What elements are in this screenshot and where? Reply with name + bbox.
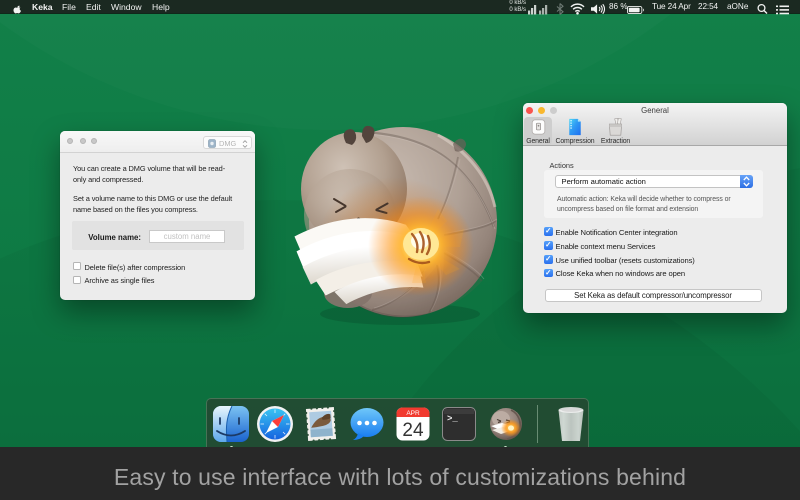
- svg-text:24: 24: [402, 420, 424, 441]
- svg-text:>_: >_: [447, 414, 458, 424]
- svg-text:APR: APR: [406, 410, 420, 417]
